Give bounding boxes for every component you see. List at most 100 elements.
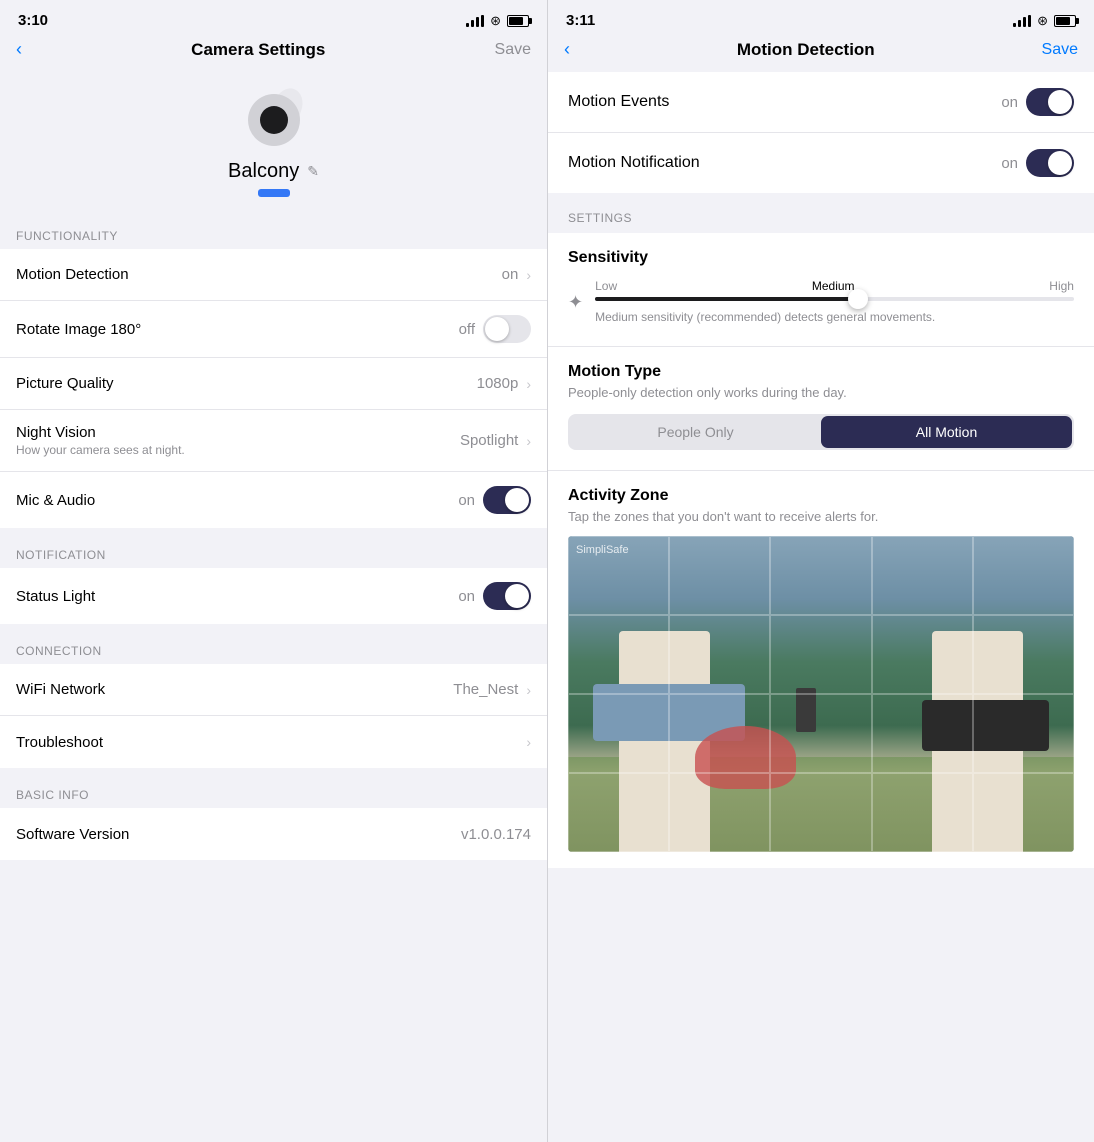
mic-audio-item[interactable]: Mic & Audio on [0, 472, 547, 528]
feed-cell[interactable] [973, 615, 1074, 694]
feed-cell[interactable] [770, 536, 871, 615]
status-light-item[interactable]: Status Light on [0, 568, 547, 624]
feed-cell[interactable] [669, 536, 770, 615]
motion-notification-value: on [1001, 155, 1018, 172]
troubleshoot-item[interactable]: Troubleshoot › [0, 716, 547, 768]
mic-audio-toggle-knob [505, 488, 529, 512]
right-phone-screen: 3:11 ⊛ ‹ Motion Detection Save Motion Ev… [547, 0, 1094, 1142]
camera-body [248, 94, 300, 146]
camera-feed[interactable]: SimpliSafe [568, 536, 1074, 852]
motion-events-label: Motion Events [568, 93, 669, 111]
mic-audio-left: Mic & Audio [16, 492, 95, 509]
feed-cell[interactable] [872, 773, 973, 852]
night-vision-item[interactable]: Night Vision How your camera sees at nig… [0, 410, 547, 472]
motion-type-title: Motion Type [568, 363, 1074, 381]
feed-cell[interactable] [568, 773, 669, 852]
mic-audio-toggle[interactable] [483, 486, 531, 514]
battery-icon [507, 15, 529, 27]
feed-grid[interactable] [568, 536, 1074, 852]
notification-section-header: NOTIFICATION [0, 528, 547, 568]
mic-audio-right: on [458, 486, 531, 514]
right-back-button[interactable]: ‹ [564, 39, 570, 60]
feed-cell[interactable] [669, 694, 770, 773]
motion-events-value: on [1001, 94, 1018, 111]
camera-header: Balcony ✎ [0, 72, 547, 209]
night-vision-label: Night Vision [16, 424, 185, 441]
motion-detection-value: on [502, 266, 519, 283]
rotate-image-value: off [459, 321, 475, 338]
motion-notification-toggle[interactable] [1026, 149, 1074, 177]
left-back-button[interactable]: ‹ [16, 39, 22, 60]
status-light-toggle[interactable] [483, 582, 531, 610]
rotate-image-toggle-knob [485, 317, 509, 341]
motion-scroll-content: Motion Events on Motion Notification on [548, 72, 1094, 1142]
rotate-image-label: Rotate Image 180° [16, 321, 141, 338]
activity-zone-title: Activity Zone [568, 487, 1074, 505]
right-save-button[interactable]: Save [1042, 41, 1078, 59]
right-status-time: 3:11 [566, 12, 595, 29]
feed-background: SimpliSafe [568, 536, 1074, 852]
wifi-value: The_Nest [453, 681, 518, 698]
slider-label-high: High [1049, 279, 1074, 293]
edit-icon[interactable]: ✎ [307, 163, 319, 180]
activity-zone-container: Activity Zone Tap the zones that you don… [548, 470, 1094, 868]
feed-cell[interactable] [973, 536, 1074, 615]
notification-group: Status Light on [0, 568, 547, 624]
feed-cell[interactable] [872, 536, 973, 615]
feed-cell[interactable] [973, 773, 1074, 852]
software-version-left: Software Version [16, 826, 129, 843]
motion-type-desc: People-only detection only works during … [568, 385, 1074, 400]
feed-cell[interactable] [770, 694, 871, 773]
sensitivity-title: Sensitivity [568, 249, 1074, 267]
slider-thumb[interactable] [848, 289, 868, 309]
rotate-image-item[interactable]: Rotate Image 180° off [0, 301, 547, 358]
picture-quality-left: Picture Quality [16, 375, 114, 392]
feed-cell[interactable] [770, 615, 871, 694]
camera-name-label: Balcony [228, 160, 299, 183]
slider-container[interactable]: Low Medium High Medium sensitivity (reco… [595, 279, 1074, 326]
picture-quality-right: 1080p › [477, 375, 531, 392]
left-status-time: 3:10 [18, 12, 48, 29]
feed-cell[interactable] [770, 773, 871, 852]
connection-section-header: CONNECTION [0, 624, 547, 664]
feed-cell[interactable] [568, 694, 669, 773]
right-signal-icon [1013, 15, 1031, 27]
wifi-item[interactable]: WiFi Network The_Nest › [0, 664, 547, 716]
left-nav-title: Camera Settings [191, 40, 325, 60]
motion-events-toggle[interactable] [1026, 88, 1074, 116]
feed-cell[interactable] [669, 773, 770, 852]
feed-cell[interactable] [872, 615, 973, 694]
slider-track[interactable] [595, 297, 1074, 301]
motion-toggle-group: Motion Events on Motion Notification on [548, 72, 1094, 193]
software-version-value: v1.0.0.174 [461, 826, 531, 843]
status-light-toggle-knob [505, 584, 529, 608]
motion-events-right: on [1001, 88, 1074, 116]
rotate-image-right: off [459, 315, 531, 343]
picture-quality-item[interactable]: Picture Quality 1080p › [0, 358, 547, 410]
left-status-bar: 3:10 ⊛ [0, 0, 547, 35]
basic-info-group: Software Version v1.0.0.174 [0, 808, 547, 860]
camera-name-row: Balcony ✎ [228, 160, 319, 183]
mic-audio-value: on [458, 492, 475, 509]
segment-people-only[interactable]: People Only [570, 416, 821, 448]
feed-cell[interactable] [568, 615, 669, 694]
night-vision-sublabel: How your camera sees at night. [16, 443, 185, 457]
feed-cell[interactable] [872, 694, 973, 773]
motion-detection-item[interactable]: Motion Detection on › [0, 249, 547, 301]
feed-cell[interactable] [669, 615, 770, 694]
camera-indicator [258, 189, 290, 197]
feed-cell[interactable] [973, 694, 1074, 773]
left-save-button[interactable]: Save [495, 41, 531, 59]
connection-group: WiFi Network The_Nest › Troubleshoot › [0, 664, 547, 768]
software-version-right: v1.0.0.174 [461, 826, 531, 843]
rotate-image-toggle[interactable] [483, 315, 531, 343]
wifi-left: WiFi Network [16, 681, 105, 698]
night-vision-chevron: › [526, 433, 531, 449]
right-status-bar: 3:11 ⊛ [548, 0, 1094, 35]
motion-notification-knob [1048, 151, 1072, 175]
settings-inner-header: SETTINGS [548, 193, 1094, 233]
signal-icon [466, 15, 484, 27]
slider-description: Medium sensitivity (recommended) detects… [595, 309, 1074, 326]
troubleshoot-right: › [526, 734, 531, 750]
segment-all-motion[interactable]: All Motion [821, 416, 1072, 448]
